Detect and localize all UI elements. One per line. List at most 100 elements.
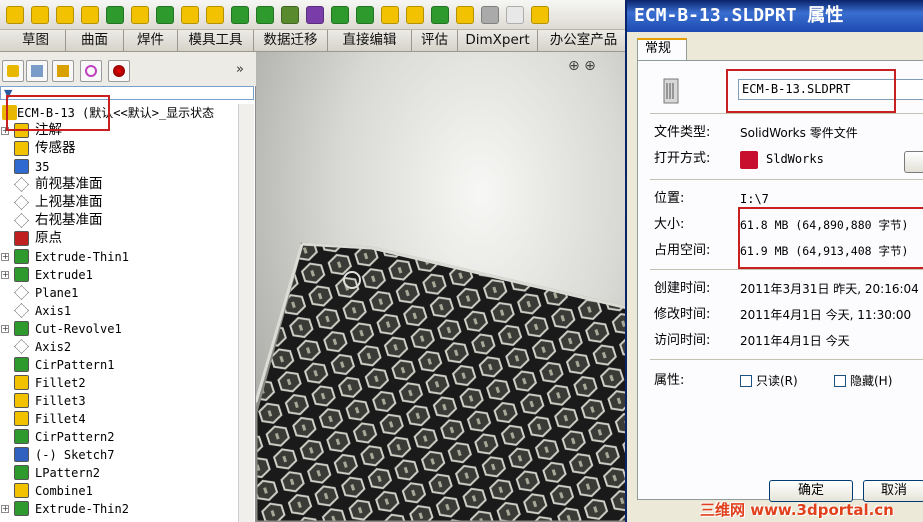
feature-icon xyxy=(14,231,29,246)
tree-item[interactable]: 35 xyxy=(0,158,238,176)
tree-item-label: Plane1 xyxy=(35,286,79,300)
tree-item[interactable]: + Extrude-Thin2 xyxy=(0,500,238,518)
dialog-title-bar[interactable]: ECM-B-13.SLDPRT 属性 xyxy=(627,0,923,32)
expand-icon[interactable]: + xyxy=(1,325,9,333)
more-tabs-icon[interactable]: » xyxy=(236,62,244,77)
toolbar-tool-icon[interactable] xyxy=(156,6,174,24)
tree-item[interactable]: Fillet2 xyxy=(0,374,238,392)
configuration-manager-tab[interactable] xyxy=(52,60,74,82)
toolbar-tool-icon[interactable] xyxy=(381,6,399,24)
tree-item-label: 35 xyxy=(35,160,50,174)
toolbar-tool-icon[interactable] xyxy=(406,6,424,24)
toolbar-tool-icon[interactable] xyxy=(256,6,274,24)
property-manager-tab[interactable] xyxy=(26,60,48,82)
feature-icon xyxy=(14,501,29,516)
command-toolbar xyxy=(0,0,630,30)
toolbar-tool-icon[interactable] xyxy=(431,6,449,24)
hidden-checkbox[interactable] xyxy=(834,375,846,387)
toolbar-tool-icon[interactable] xyxy=(181,6,199,24)
command-tab[interactable]: DimXpert xyxy=(458,30,538,52)
tree-item[interactable]: Plane1 xyxy=(0,284,238,302)
feature-tree: ECM-B-13 (默认<<默认>_显示状态 + 注解 传感器 35 前视基准面 上视基准面… xyxy=(0,104,238,522)
toolbar-tool-icon[interactable] xyxy=(106,6,124,24)
size-highlight-box xyxy=(738,207,923,269)
file-type-value: SolidWorks 零件文件 xyxy=(740,126,858,140)
modified-value: 2011年4月1日 今天, 11:30:00 xyxy=(740,308,912,322)
command-manager-tabs: 草图 曲面 焊件 模具工具 数据迁移 直接编辑 评估 DimXpert 办公室产品 xyxy=(0,30,630,52)
tree-item-label: 原点 xyxy=(35,230,62,246)
toolbar-tool-icon[interactable] xyxy=(206,6,224,24)
tree-item[interactable]: 前视基准面 xyxy=(0,176,238,194)
toolbar-tool-icon[interactable] xyxy=(306,6,324,24)
toolbar-tool-icon[interactable] xyxy=(31,6,49,24)
tree-item[interactable]: + Extrude-Thin1 xyxy=(0,248,238,266)
toolbar-tool-icon[interactable] xyxy=(481,6,499,24)
accessed-value: 2011年4月1日 今天 xyxy=(740,334,850,348)
feature-icon xyxy=(14,321,29,336)
feature-icon xyxy=(14,285,29,300)
tree-item-label: Fillet4 xyxy=(35,412,86,426)
general-panel: ECM-B-13.SLDPRT 文件类型: SolidWorks 零件文件 打开… xyxy=(637,60,923,500)
tree-item[interactable]: Axis2 xyxy=(0,338,238,356)
toolbar-tool-icon[interactable] xyxy=(281,6,299,24)
command-tab[interactable]: 办公室产品 xyxy=(538,30,630,52)
tree-item[interactable]: Combine1 xyxy=(0,482,238,500)
tree-item[interactable]: Fillet3 xyxy=(0,392,238,410)
toolbar-tool-icon[interactable] xyxy=(331,6,349,24)
display-manager-tab[interactable] xyxy=(108,60,130,82)
feature-tree-tab[interactable] xyxy=(2,60,24,82)
toolbar-tool-icon[interactable] xyxy=(456,6,474,24)
command-tab[interactable]: 曲面 xyxy=(66,30,124,52)
tree-item[interactable]: CirPattern1 xyxy=(0,356,238,374)
readonly-label: 只读(R) xyxy=(756,374,798,388)
feature-icon xyxy=(14,303,29,318)
tree-item[interactable]: Axis1 xyxy=(0,302,238,320)
tree-item[interactable]: 上视基准面 xyxy=(0,194,238,212)
command-tab[interactable]: 评估 xyxy=(412,30,458,52)
tab-general[interactable]: 常规 xyxy=(637,38,687,60)
graphics-viewport[interactable]: ⊕ ⊕ xyxy=(256,52,630,522)
command-tab[interactable]: 草图 xyxy=(6,30,66,52)
created-label: 创建时间: xyxy=(654,281,711,296)
tree-item-label: Axis1 xyxy=(35,304,72,318)
command-tab[interactable]: 焊件 xyxy=(124,30,178,52)
tree-item[interactable]: 传感器 xyxy=(0,140,238,158)
command-tab[interactable]: 模具工具 xyxy=(178,30,254,52)
tree-item[interactable]: + Cut-Revolve1 xyxy=(0,320,238,338)
solidworks-icon xyxy=(740,151,758,169)
tree-item[interactable]: LPattern2 xyxy=(0,464,238,482)
tree-item[interactable]: (-) Sketch7 xyxy=(0,446,238,464)
zoom-icon[interactable]: ⊕ ⊕ xyxy=(568,58,596,74)
command-tab[interactable]: 数据迁移 xyxy=(254,30,328,52)
tree-item-label: 右视基准面 xyxy=(35,212,103,228)
tree-item[interactable]: + Extrude1 xyxy=(0,266,238,284)
toolbar-tool-icon[interactable] xyxy=(506,6,524,24)
tree-item[interactable]: 原点 xyxy=(0,230,238,248)
tree-item-label: Combine1 xyxy=(35,484,93,498)
toolbar-tool-icon[interactable] xyxy=(531,6,549,24)
expand-icon[interactable]: + xyxy=(1,253,9,261)
feature-icon xyxy=(14,141,29,156)
tree-item[interactable]: Fillet4 xyxy=(0,410,238,428)
command-tab[interactable]: 直接编辑 xyxy=(328,30,412,52)
dialog-title: ECM-B-13.SLDPRT 属性 xyxy=(634,5,844,26)
expand-icon[interactable]: + xyxy=(1,505,9,513)
size-label: 大小: xyxy=(654,217,685,232)
toolbar-tool-icon[interactable] xyxy=(131,6,149,24)
toolbar-tool-icon[interactable] xyxy=(6,6,24,24)
readonly-checkbox[interactable] xyxy=(740,375,752,387)
toolbar-tool-icon[interactable] xyxy=(356,6,374,24)
tree-item[interactable]: CirPattern2 xyxy=(0,428,238,446)
dimxpert-manager-tab[interactable] xyxy=(80,60,102,82)
toolbar-tool-icon[interactable] xyxy=(56,6,74,24)
tree-item-label: Cut-Revolve1 xyxy=(35,322,122,336)
expand-icon[interactable]: + xyxy=(1,271,9,279)
tree-item-label: Axis2 xyxy=(35,340,72,354)
change-button[interactable] xyxy=(904,151,923,173)
toolbar-tool-icon[interactable] xyxy=(231,6,249,24)
tree-item[interactable]: 右视基准面 xyxy=(0,212,238,230)
tree-scrollbar[interactable] xyxy=(238,104,254,522)
feature-icon xyxy=(14,429,29,444)
toolbar-tool-icon[interactable] xyxy=(81,6,99,24)
file-type-label: 文件类型: xyxy=(654,125,711,140)
